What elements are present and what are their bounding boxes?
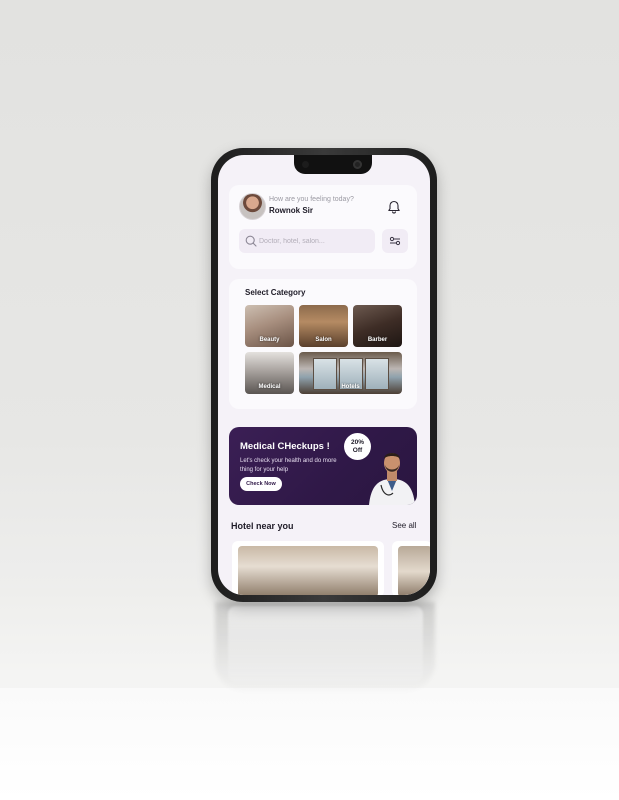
front-camera	[353, 160, 362, 169]
hotel-card[interactable]	[232, 541, 384, 595]
avatar[interactable]	[239, 193, 266, 220]
hotel-image	[398, 546, 430, 595]
doctor-image	[369, 453, 415, 505]
check-now-button[interactable]: Check Now	[240, 477, 282, 491]
hotel-card[interactable]	[392, 541, 430, 595]
category-tile-beauty[interactable]: Beauty	[245, 305, 294, 347]
phone-notch	[294, 155, 372, 174]
hotels-section-title: Hotel near you	[231, 521, 294, 531]
category-tile-salon[interactable]: Salon	[299, 305, 348, 347]
see-all-link[interactable]: See all	[392, 521, 416, 530]
hotel-image	[238, 546, 378, 595]
header-card: How are you feeling today? Rownok Sir	[229, 185, 417, 269]
phone-reflection-highlight	[228, 606, 423, 682]
table-front	[0, 688, 619, 800]
phone-frame: How are you feeling today? Rownok Sir Do…	[211, 148, 437, 602]
promo-subtitle: Let's check your health and do more thin…	[240, 458, 337, 473]
search-icon	[245, 235, 257, 247]
phone-screen: How are you feeling today? Rownok Sir Do…	[218, 155, 430, 595]
category-label: Beauty	[259, 337, 280, 343]
filter-button[interactable]	[382, 229, 408, 253]
user-name: Rownok Sir	[269, 206, 314, 215]
promo-title: Medical CHeckups !	[240, 441, 330, 452]
speaker-dot	[302, 161, 309, 168]
discount-text: 20% Off	[350, 438, 364, 454]
greeting-text: How are you feeling today?	[269, 196, 354, 203]
category-tile-barber[interactable]: Barber	[353, 305, 402, 347]
filter-icon	[389, 236, 401, 246]
category-card: Select Category Beauty Salon Barber Medi…	[229, 279, 417, 409]
bell-icon[interactable]	[386, 199, 402, 215]
category-tile-medical[interactable]: Medical	[245, 352, 294, 394]
search-input[interactable]	[259, 232, 369, 250]
category-label: Salon	[315, 337, 332, 343]
search-bar	[239, 229, 375, 253]
category-tile-hotels[interactable]: Hotels	[299, 352, 402, 394]
category-label: Hotels	[341, 384, 360, 390]
promo-banner[interactable]: Medical CHeckups ! Let's check your heal…	[229, 427, 417, 505]
category-label: Medical	[258, 384, 281, 390]
category-label: Barber	[367, 337, 388, 343]
category-title: Select Category	[245, 288, 306, 297]
